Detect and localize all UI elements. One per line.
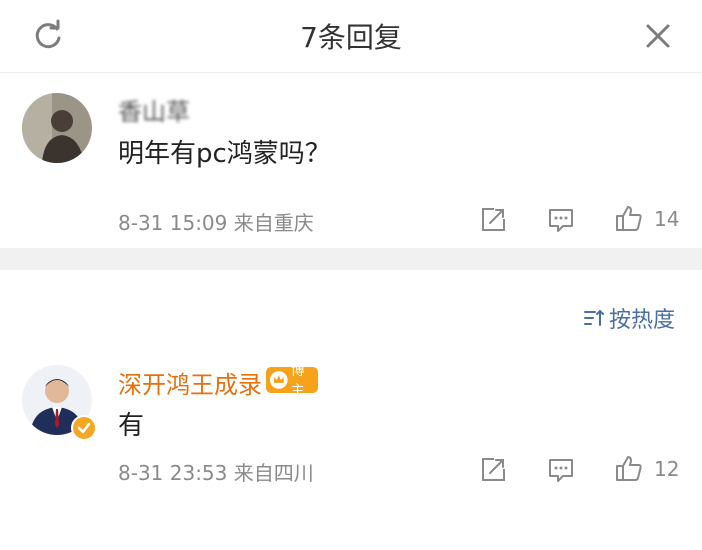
thumbs-up-icon[interactable]	[614, 203, 644, 233]
like-count: 12	[654, 457, 680, 481]
comment-icon[interactable]	[546, 455, 576, 485]
section-divider	[0, 248, 702, 270]
sort-by-hot-button[interactable]: 按热度	[583, 303, 675, 333]
comment-text: 明年有pc鸿蒙吗？	[118, 139, 331, 169]
repost-icon[interactable]	[478, 455, 508, 485]
badge-label: 博主	[290, 363, 305, 399]
like-count: 14	[654, 207, 680, 231]
comment-icon[interactable]	[546, 205, 576, 235]
avatar[interactable]	[22, 93, 92, 163]
thumbs-up-icon[interactable]	[614, 453, 644, 483]
comment-meta: 8-31 15:09 来自重庆	[118, 211, 314, 235]
verified-badge-icon	[71, 415, 97, 441]
close-icon[interactable]	[640, 18, 676, 54]
page-title: 7条回复	[300, 21, 402, 54]
sort-icon	[584, 310, 604, 326]
repost-icon[interactable]	[478, 205, 508, 235]
comment-meta: 8-31 23:53 来自四川	[118, 461, 314, 485]
modal-header: 7条回复	[0, 0, 702, 73]
crown-icon	[269, 371, 288, 389]
username[interactable]: 深开鸿王成录	[118, 365, 262, 400]
sort-label: 按热度	[609, 308, 676, 333]
comment-text: 有	[118, 411, 145, 441]
username[interactable]: 香山草	[118, 92, 190, 127]
blogger-badge: 博主	[266, 363, 318, 399]
